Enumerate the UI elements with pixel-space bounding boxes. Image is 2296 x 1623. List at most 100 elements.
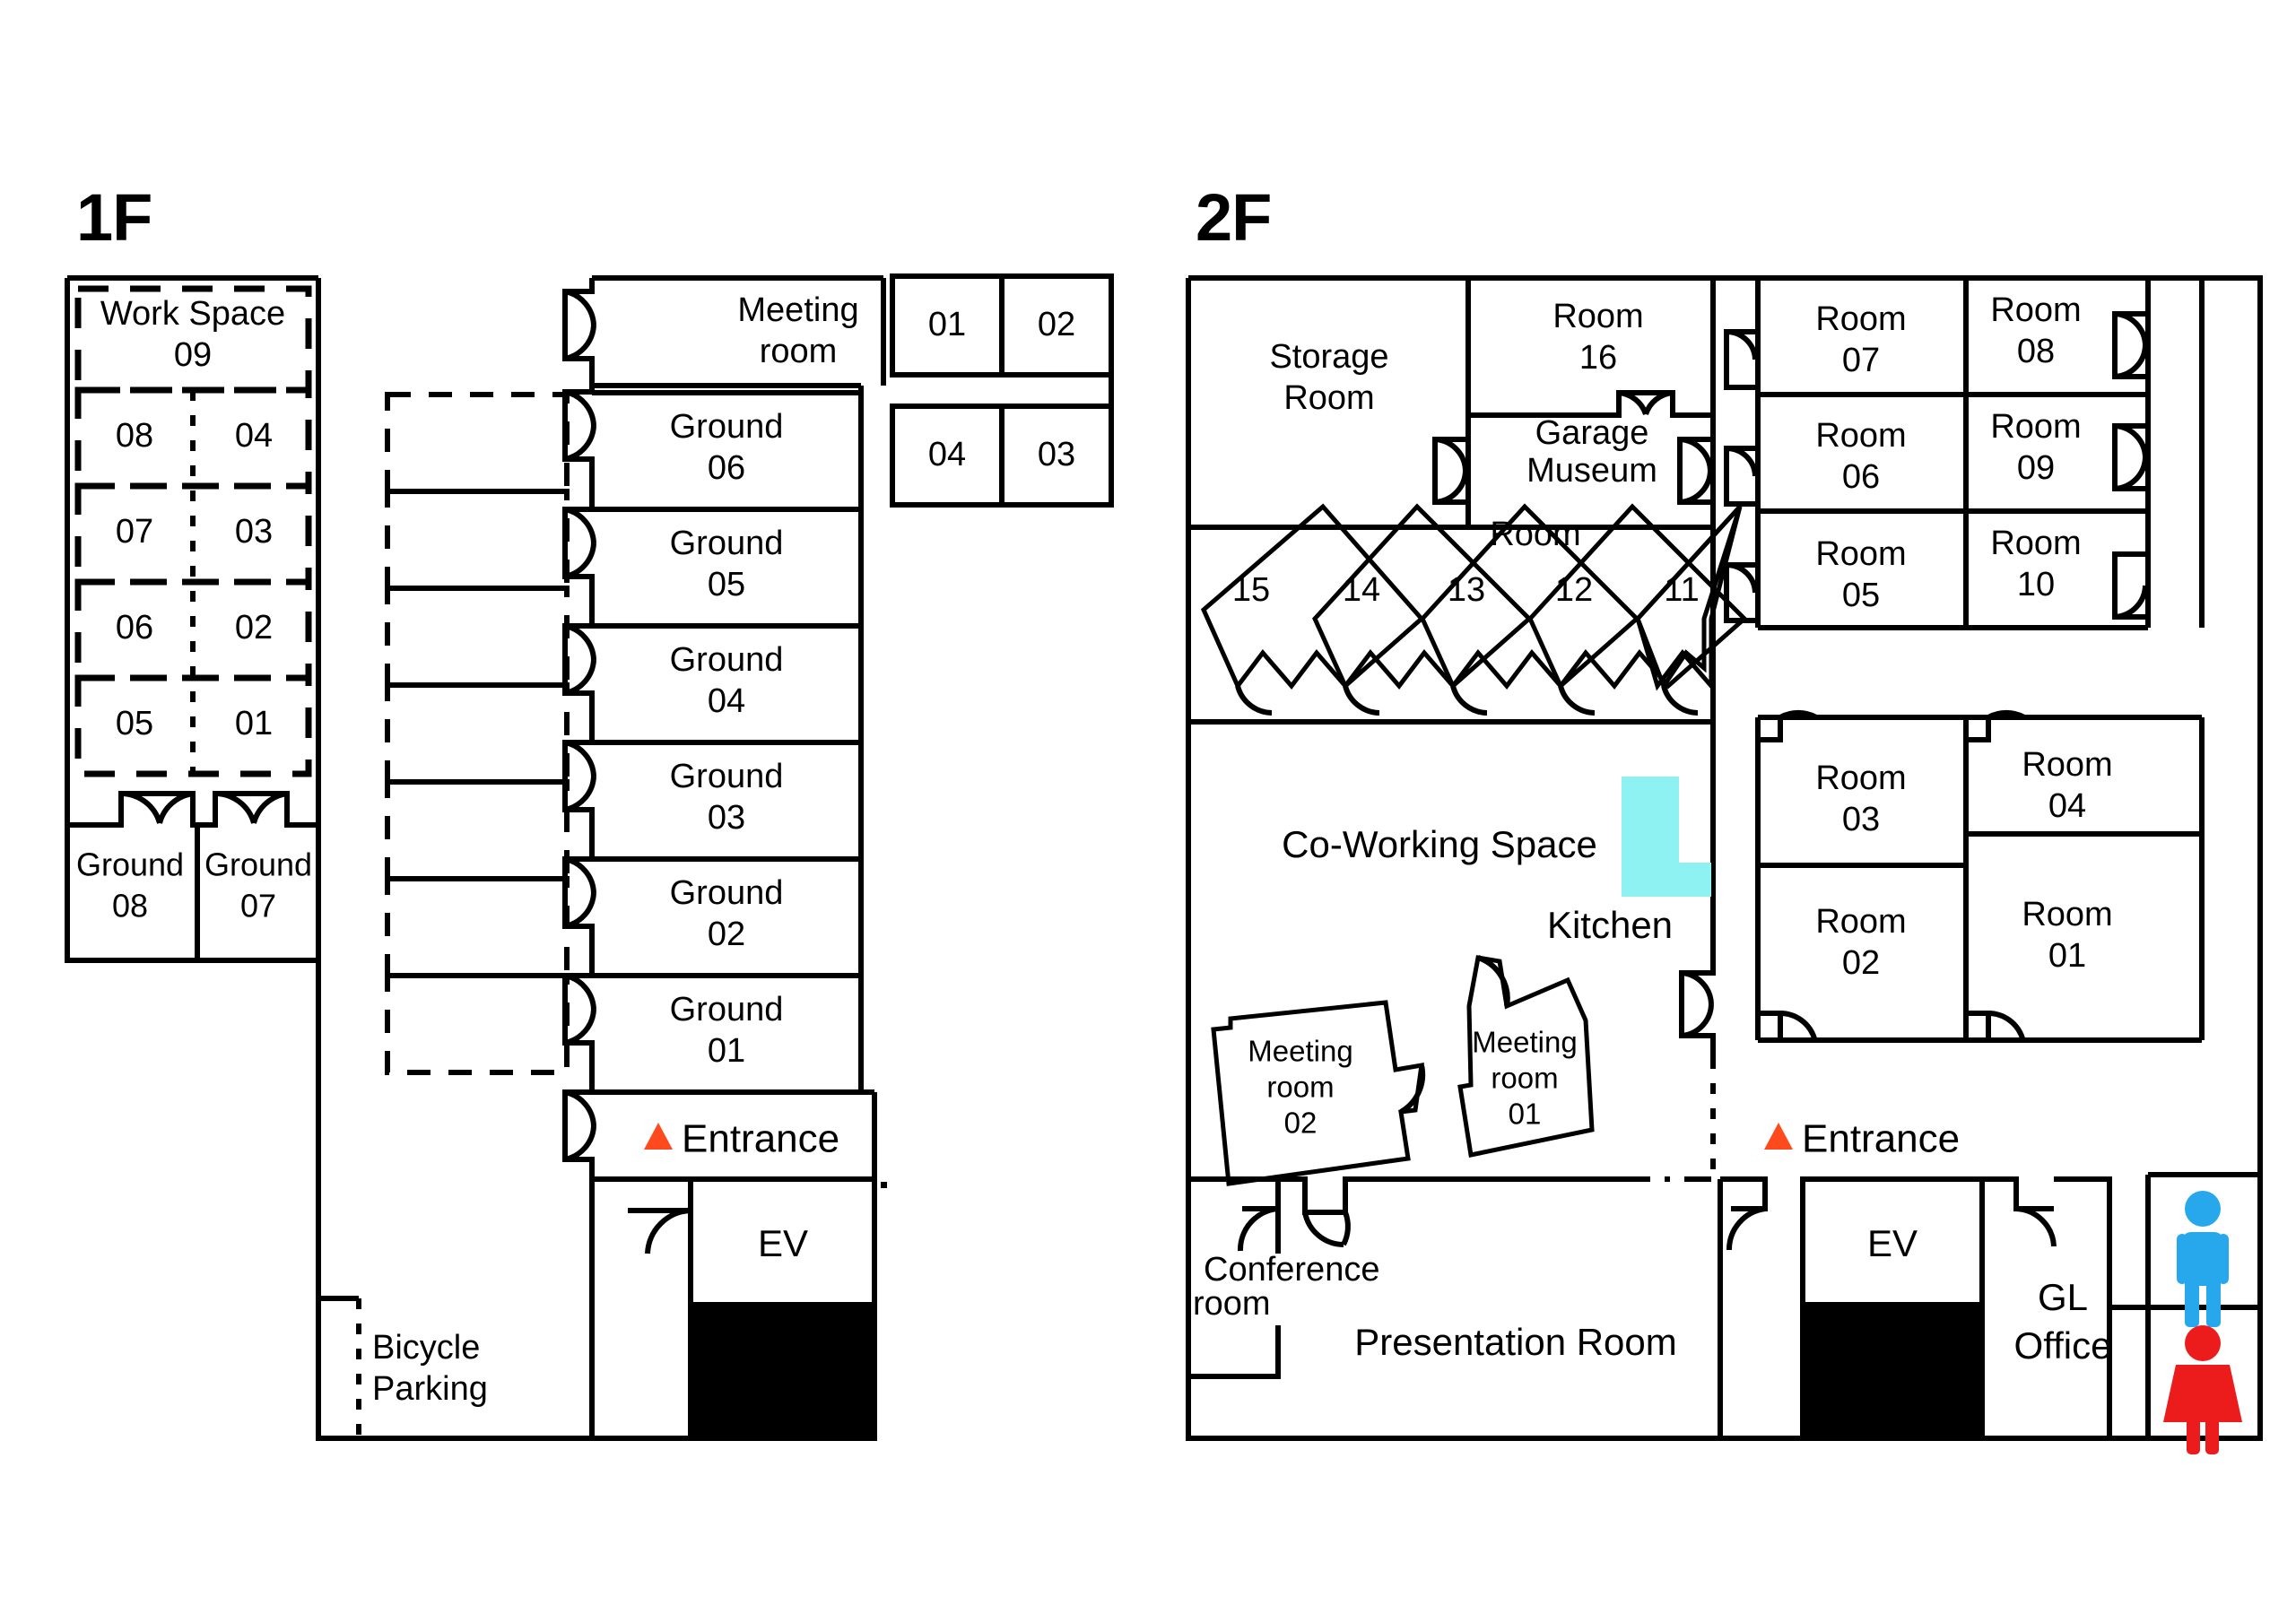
meeting-cells-1f: 01 02 04 03 [890,273,1114,508]
room-06-line1: Room [1815,417,1906,455]
ev-label-2f: EV [1867,1222,1918,1264]
desk-02: 02 [235,609,273,647]
floorplan-page: 1F Work Space 09 08 04 07 03 06 02 05 01… [0,0,2296,1623]
kitchen-label: Kitchen [1547,904,1673,946]
room-01-line2: 01 [2048,937,2086,975]
tilted-meeting-room-01: Meeting room 01 [1457,955,1595,1158]
room-08-line2: 08 [2017,333,2055,370]
corner-dot-marker [881,1182,887,1188]
work-space-label-line1: Work Space [100,295,285,333]
floorplan-svg: 1F Work Space 09 08 04 07 03 06 02 05 01… [65,180,2263,1454]
ground-08-label-line2: 08 [112,888,148,924]
gl-office-2f: GL Office [1982,1176,2112,1438]
tilted-meeting-room-02: Meeting room 02 [1211,1000,1426,1186]
desk-07: 07 [116,513,153,551]
meeting-room-01-line2: room [1491,1062,1558,1095]
angled-room-13-label: 13 [1448,571,1485,609]
room-16-2f: Room 16 [1468,298,1713,418]
garage-museum-line2: Museum [1526,452,1657,490]
ground-03-line2: 03 [708,799,745,837]
room-04-line2: 04 [2048,787,2086,825]
meeting-room-02-line1: Meeting [1248,1035,1352,1068]
bicycle-parking-line1: Bicycle [372,1329,480,1367]
conference-room-line2: room [1193,1285,1271,1323]
room-02-line2: 02 [1842,944,1880,982]
ground-02-line2: 02 [708,916,745,953]
conference-room-line1: Conference [1204,1251,1379,1289]
meeting-cell-01: 01 [928,306,966,343]
rooms-right-lower-2f: Room 03 Room 04 Room 02 Room 01 [1755,709,2205,1043]
room-06-line2: 06 [1842,458,1880,496]
room-07-line2: 07 [1842,342,1880,379]
entrance-label-2f: Entrance [1802,1117,1960,1161]
room-09-line2: 09 [2017,449,2055,487]
gl-office-line1: GL [2038,1276,2088,1318]
meeting-room-1f: Meeting room [592,275,886,388]
garage-museum-line1: Garage [1535,414,1649,452]
angled-rooms-label: Room [1490,516,1580,553]
ground-06-line1: Ground [670,408,784,446]
work-space-desk-grid [74,386,312,777]
floor-title-2f: 2F [1196,180,1271,255]
desk-06: 06 [116,609,153,647]
ground-02-line1: Ground [670,874,784,912]
meeting-room-02-line3: 02 [1284,1107,1318,1140]
room-01-line1: Room [2022,896,2112,933]
room-04-line1: Room [2022,746,2112,784]
meeting-room-01-line3: 01 [1509,1098,1542,1131]
ground-04-line2: 04 [708,682,745,720]
corridor-door-2f-b [1681,1003,1714,1038]
floor-title-1f: 1F [76,180,152,255]
entrance-triangle-2f-icon [1764,1123,1793,1150]
angled-room-12-label: 12 [1555,571,1593,609]
meeting-cell-02: 02 [1038,306,1075,343]
ground-07-label-line1: Ground [204,846,312,883]
room-05-line1: Room [1815,535,1906,573]
conference-room-2f: Conference room [1188,1209,1379,1379]
female-restroom-icon [2163,1325,2242,1454]
ground-06-line2: 06 [708,449,745,487]
ev-shaft-1f: EV [589,1176,877,1441]
ground-03-line1: Ground [670,758,784,795]
presentation-room-label: Presentation Room [1354,1321,1677,1363]
desk-03: 03 [235,513,273,551]
angled-room-11-label: 11 [1664,571,1699,609]
desk-05: 05 [116,705,153,742]
desk-04: 04 [235,417,273,455]
room-05-line2: 05 [1842,577,1880,614]
room-10-line1: Room [1990,525,2081,562]
room-03-line2: 03 [1842,801,1880,838]
desk-01: 01 [235,705,273,742]
storage-room-line2: Room [1283,379,1374,417]
restrooms-2f [2109,1172,2260,1454]
storage-room-line1: Storage [1269,338,1388,376]
meeting-room-01-line1: Meeting [1472,1026,1577,1059]
ground-01-line2: 01 [708,1032,745,1070]
ev-label-1f: EV [758,1222,808,1264]
entrance-band-1f: Entrance [592,1089,877,1254]
parking-stalls-grid [385,392,570,1075]
room-16-line2: 16 [1579,339,1617,377]
room-02-line1: Room [1815,903,1906,941]
ground-01-line1: Ground [670,991,784,1028]
room-09-line1: Room [1990,408,2081,446]
ground-rooms-column-1f: Ground 06 Ground 05 Ground 04 Ground 03 … [592,386,864,1095]
angled-rooms-2f: Room 15 14 13 12 11 [1200,503,1748,716]
ground-05-line1: Ground [670,525,784,562]
ground-07-label-line2: 07 [240,888,276,924]
room-16-line1: Room [1552,298,1643,335]
meeting-room-02-line2: room [1266,1071,1334,1104]
garage-museum-2f: Garage Museum [1432,414,1716,527]
co-working-space-label: Co-Working Space [1282,823,1597,865]
angled-room-14-label: 14 [1343,571,1380,609]
work-space-label-line2: 09 [174,336,212,374]
meeting-room-1f-line1: Meeting [737,291,858,329]
co-working-space-2f: Co-Working Space Kitchen [1282,777,1711,946]
meeting-room-1f-line2: room [760,333,838,370]
bicycle-parking-area: Bicycle Parking [318,1296,610,1441]
kitchen-counter-shape [1622,777,1711,897]
meeting-cell-03: 03 [1038,436,1075,473]
ground-07-room [197,791,318,828]
floor-2f-group: 2F Storage Room Room 16 Garage Museum Ro… [1186,180,2263,1454]
ground-08-label-line1: Ground [76,846,184,883]
